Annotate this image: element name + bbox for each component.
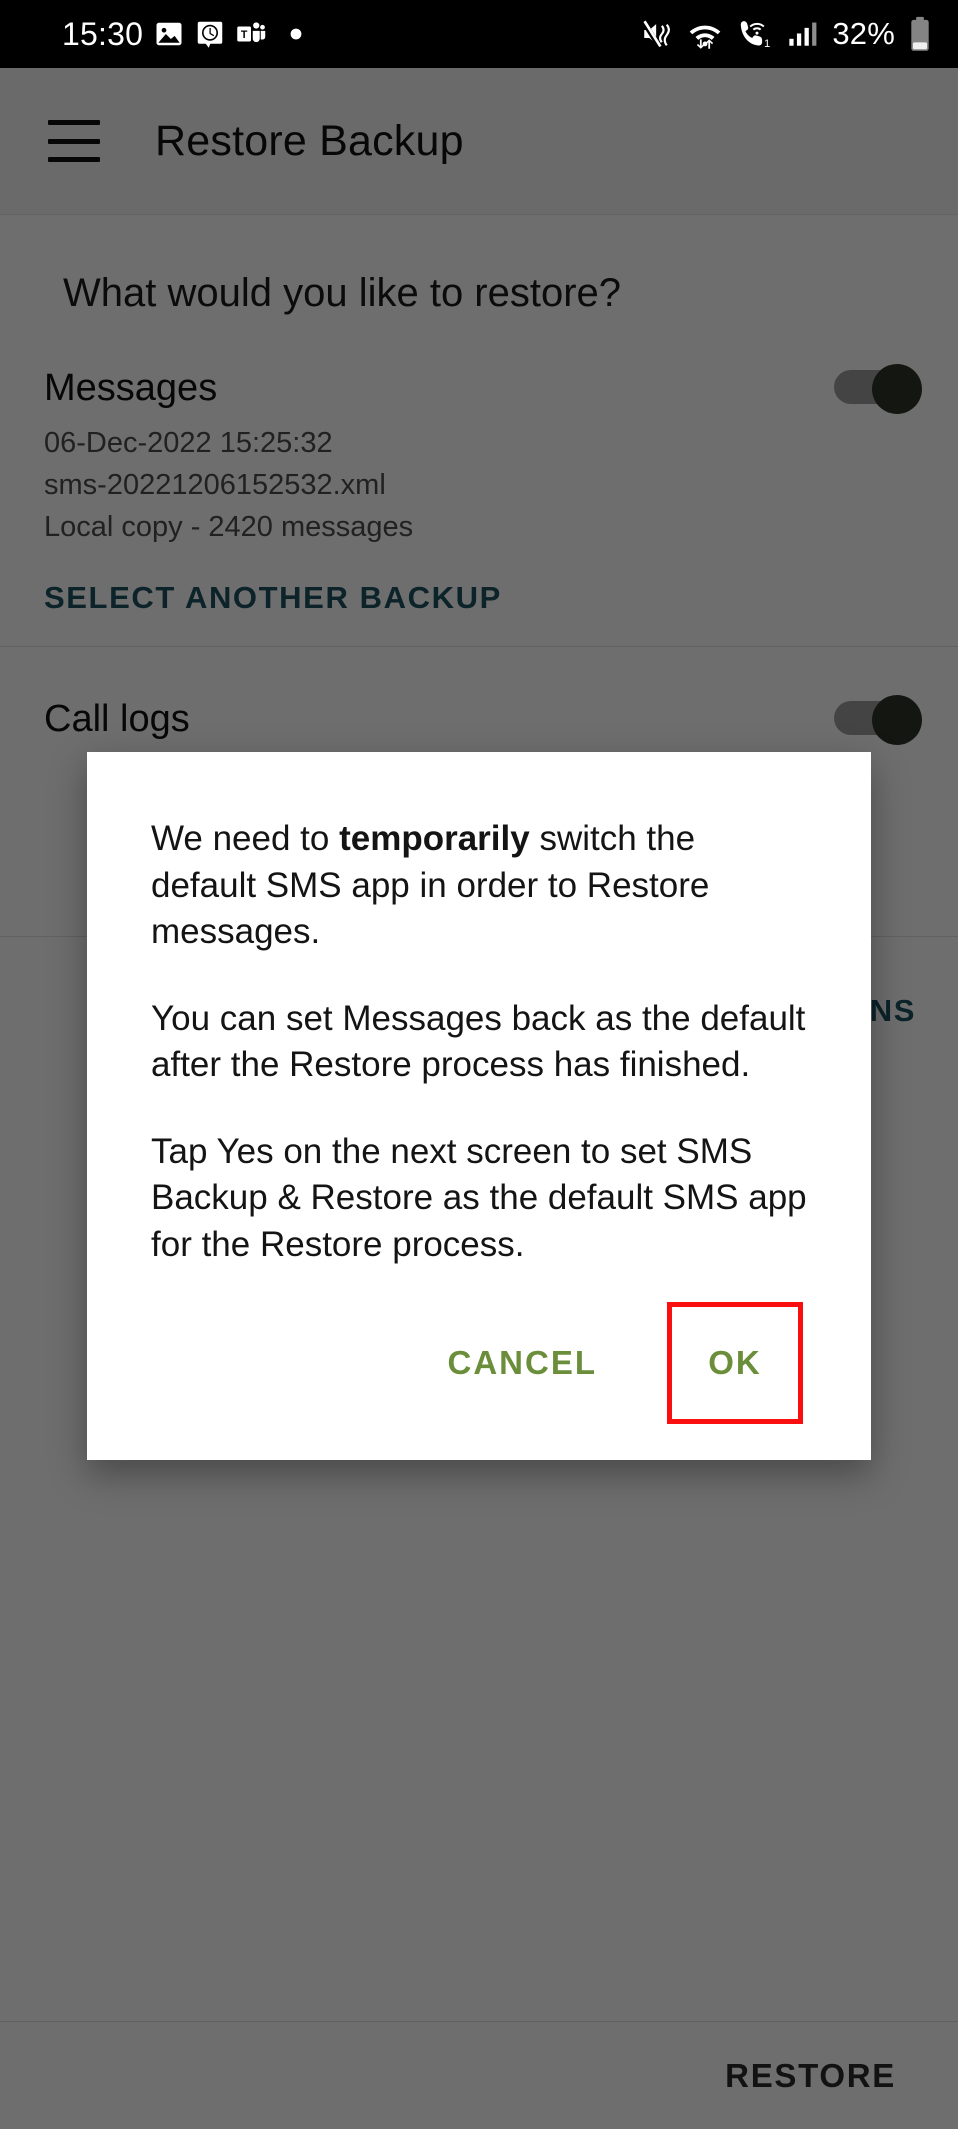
default-sms-app-dialog: We need to temporarily switch the defaul…: [87, 752, 871, 1461]
status-bar-clock: 15:30: [62, 15, 144, 52]
dialog-p1-before: We need to: [151, 819, 340, 858]
dialog-paragraph-3: Tap Yes on the next screen to set SMS Ba…: [151, 1131, 807, 1264]
gallery-icon: [154, 19, 184, 49]
phone-screen: 15:30 T 1 32% We need to temporarily swi…: [0, 0, 958, 2129]
mute-vibrate-icon: [640, 17, 674, 51]
dialog-paragraph-2: You can set Messages back as the default…: [151, 998, 806, 1085]
battery-icon: [908, 16, 932, 52]
svg-text:1: 1: [764, 38, 770, 50]
status-bar-left: 15:30 T: [62, 16, 303, 53]
cancel-button[interactable]: CANCEL: [412, 1322, 634, 1404]
microsoft-teams-icon: T: [236, 19, 266, 49]
dialog-actions: CANCEL OK: [87, 1268, 871, 1460]
signal-bars-icon: [785, 18, 819, 50]
battery-percent-label: 32%: [832, 16, 895, 51]
svg-text:T: T: [241, 29, 248, 41]
notification-dot-icon: [289, 27, 303, 41]
ok-button-highlight-box: OK: [667, 1302, 803, 1425]
wifi-transfer-icon: [687, 16, 723, 52]
dialog-p1-bold: temporarily: [339, 819, 530, 858]
dialog-paragraph-1: We need to temporarily switch the defaul…: [151, 816, 807, 956]
dialog-message-body: We need to temporarily switch the defaul…: [87, 752, 871, 1268]
ok-button[interactable]: OK: [672, 1307, 798, 1419]
wifi-calling-icon: 1: [736, 16, 772, 52]
status-bar: 15:30 T 1 32%: [0, 0, 958, 68]
alarm-clock-icon: [195, 19, 225, 49]
status-bar-right: 1 32%: [640, 16, 932, 52]
